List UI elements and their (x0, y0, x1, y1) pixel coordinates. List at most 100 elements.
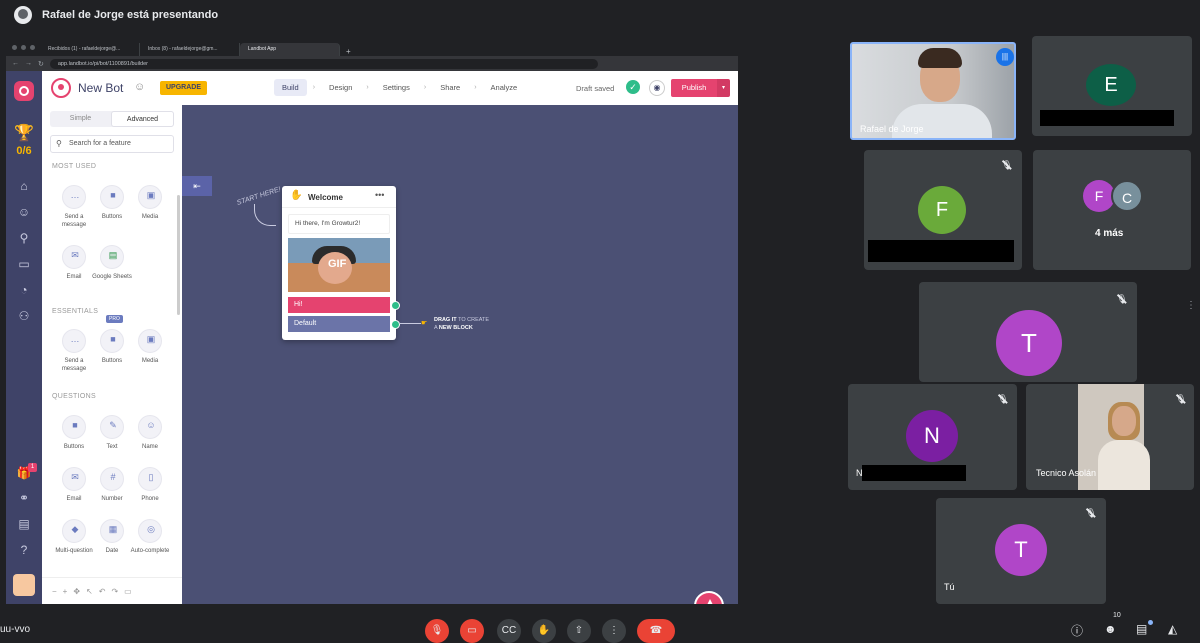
feature-buttons-2[interactable]: ■ Buttons (92, 329, 132, 365)
people-count: 10 (1113, 612, 1121, 619)
participant-tile-self[interactable]: 🎙 T Tú (936, 498, 1106, 604)
publish-dropdown-icon[interactable]: ▾ (717, 79, 730, 97)
camera-toggle-button[interactable]: ▭ (460, 619, 484, 643)
feature-q-date[interactable]: ▦ Date (92, 519, 132, 555)
bot-name[interactable]: New Bot (78, 81, 123, 95)
hi-output-port[interactable] (391, 301, 400, 310)
upgrade-button[interactable]: UPGRADE (160, 81, 208, 95)
reload-icon[interactable]: ↻ (38, 60, 44, 68)
landbot-help-bubble[interactable] (694, 591, 724, 604)
participant-tile-rafael[interactable]: ||| Rafael de Jorge (850, 42, 1016, 140)
nav-build[interactable]: Build (274, 79, 307, 96)
mic-toggle-button[interactable]: 🎙 (425, 619, 449, 643)
feature-media[interactable]: ▣ Media (130, 185, 170, 221)
image-icon: ▣ (146, 334, 156, 344)
bot-rail-icon[interactable]: ☺ (6, 205, 42, 219)
feature-q-name[interactable]: ☺ Name (130, 415, 170, 451)
feature-email[interactable]: ✉ Email (54, 245, 94, 281)
meeting-info-icon[interactable]: ⓘ (1071, 622, 1083, 639)
feature-media-2[interactable]: ▣ Media (130, 329, 170, 365)
participant-tile-n[interactable]: 🎙 N N (848, 384, 1017, 490)
raise-hand-button[interactable]: ✋ (532, 619, 556, 643)
feature-buttons[interactable]: ■ Buttons (92, 185, 132, 221)
mic-off-icon: 🎙 (1116, 294, 1128, 304)
avatar-c-small: C (1111, 180, 1143, 212)
landbot-logo[interactable] (14, 81, 34, 101)
handshake-icon[interactable]: ⚭ (6, 491, 42, 505)
nav-analyze[interactable]: Analyze (483, 79, 526, 96)
feature-send-message[interactable]: … Send a message (54, 185, 94, 229)
hang-up-button[interactable]: ☎ (637, 619, 675, 643)
pointer-icon[interactable]: ↖ (86, 587, 93, 596)
feature-q-number[interactable]: # Number (92, 467, 132, 503)
forward-icon[interactable]: → (25, 60, 32, 67)
side-panel-more-icon[interactable]: ⋮ (1186, 300, 1196, 311)
address-bar[interactable]: app.landbot.io/pi/bot/1100891/builder (49, 58, 598, 69)
nav-settings[interactable]: Settings (375, 79, 418, 96)
participant-tile-e[interactable]: E (1032, 36, 1192, 136)
collapse-panel-button[interactable]: ⇤ (182, 176, 212, 196)
builder-nav: Build › Design › Settings › Share › Anal… (274, 79, 525, 96)
block-menu-icon[interactable]: ••• (375, 190, 384, 200)
tab-simple[interactable]: Simple (50, 111, 111, 127)
participant-tile-t[interactable]: 🎙 T (919, 282, 1137, 382)
feature-google-sheets[interactable]: ▤ Google Sheets (92, 245, 132, 281)
keyboard-icon[interactable]: ▭ (124, 587, 132, 596)
welcome-block[interactable]: ✋ Welcome ••• Hi there, I'm Growtur2! GI… (282, 186, 396, 340)
undo-icon[interactable]: ↶ (99, 587, 106, 596)
messages-icon[interactable]: ▭ (6, 257, 42, 271)
present-screen-button[interactable]: ⇧ (567, 619, 591, 643)
mic-off-icon: 🎙 (1175, 394, 1187, 404)
feature-q-multi-question[interactable]: ◆ Multi-question (54, 519, 94, 555)
feature-q-email[interactable]: ✉ Email (54, 467, 94, 503)
trophy-icon[interactable]: 🏆 (14, 123, 34, 143)
nav-separator: › (474, 84, 477, 91)
people-icon[interactable]: ☻ (1104, 622, 1117, 636)
zoom-out-icon[interactable]: − (52, 587, 57, 596)
preview-eye-icon[interactable]: ◉ (649, 80, 665, 96)
participant-tile-f[interactable]: 🎙 F (864, 150, 1022, 270)
welcome-message[interactable]: Hi there, I'm Growtur2! (288, 214, 390, 234)
analytics-icon[interactable]: ◔ (6, 283, 42, 297)
feature-q-buttons[interactable]: ■ Buttons (54, 415, 94, 451)
panel-scrollbar[interactable] (177, 195, 180, 315)
publish-button[interactable]: Publish (671, 79, 717, 97)
browser-tab-gmail-2[interactable]: Inbox (8) - rafaeldejorge@gm... (140, 43, 240, 56)
chat-notification-dot (1148, 620, 1153, 625)
participant-tile-group[interactable]: F C 4 más (1033, 150, 1191, 270)
nav-design[interactable]: Design (321, 79, 360, 96)
new-tab-icon[interactable]: + (340, 47, 357, 56)
tab-advanced[interactable]: Advanced (111, 111, 174, 127)
zoom-in-icon[interactable]: + (63, 587, 68, 596)
nav-share[interactable]: Share (432, 79, 468, 96)
browser-tab-gmail-1[interactable]: Recibidos (1) - rafaeldejorge@... (40, 43, 140, 56)
participant-tile-tecnico[interactable]: 🎙 Tecnico Asolán (1026, 384, 1194, 490)
move-icon[interactable]: ✥ (73, 587, 80, 596)
calendar-icon: ▦ (108, 524, 118, 534)
number-icon: # (110, 472, 116, 482)
help-icon[interactable]: ? (6, 543, 42, 557)
feature-send-message-2[interactable]: … Send a message (54, 329, 94, 373)
user-avatar[interactable] (13, 574, 35, 596)
mode-tabs: Simple Advanced (50, 111, 174, 127)
chat-icon[interactable]: ▤ (1136, 622, 1147, 636)
default-output-port[interactable] (391, 320, 400, 329)
back-icon[interactable]: ← (12, 60, 19, 67)
button-hi[interactable]: Hi! (288, 297, 390, 313)
feature-q-autocomplete[interactable]: ◎ Auto-complete (130, 519, 170, 555)
feature-q-text[interactable]: ✎ Text (92, 415, 132, 451)
home-icon[interactable]: ⌂ (6, 179, 42, 193)
captions-button[interactable]: CC (497, 619, 521, 643)
redo-icon[interactable]: ↷ (111, 587, 118, 596)
feature-q-phone[interactable]: ▯ Phone (130, 467, 170, 503)
more-options-button[interactable]: ⋮ (602, 619, 626, 643)
broadcast-icon[interactable]: ⚲ (6, 231, 42, 245)
activities-icon[interactable]: ◭ (1168, 622, 1177, 636)
feature-search-input[interactable]: ⚲ Search for a feature (50, 135, 174, 153)
button-default[interactable]: Default (288, 316, 390, 332)
add-user-icon[interactable]: ☺ (134, 81, 145, 93)
builder-header: New Bot ☺ UPGRADE Build › Design › Setti… (6, 71, 738, 105)
integrations-icon[interactable]: ⚇ (6, 309, 42, 323)
billing-icon[interactable]: ▤ (6, 517, 42, 531)
browser-tab-landbot[interactable]: Landbot App (240, 43, 340, 56)
